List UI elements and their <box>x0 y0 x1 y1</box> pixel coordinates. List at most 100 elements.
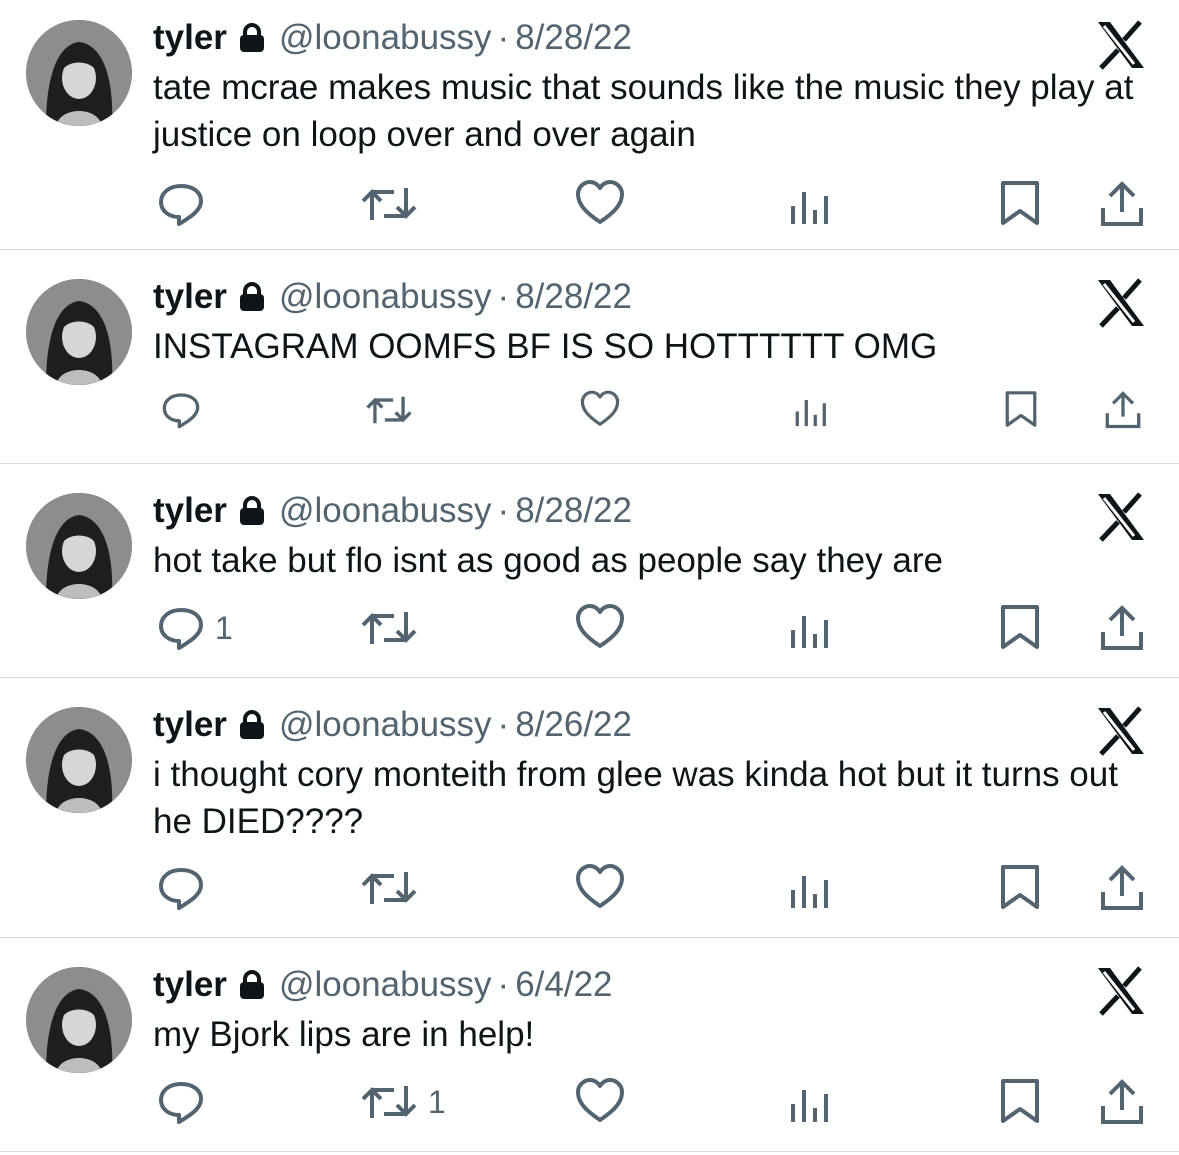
share-button[interactable] <box>1099 864 1145 912</box>
heart-icon <box>576 864 624 908</box>
display-name[interactable]: tyler <box>153 18 227 58</box>
user-handle[interactable]: @loonabussy <box>279 705 492 745</box>
tweet-actions <box>0 180 1179 230</box>
retweet-icon <box>361 612 417 644</box>
retweet-icon <box>361 872 417 904</box>
bookmark-button[interactable] <box>999 180 1041 226</box>
avatar[interactable] <box>26 493 132 599</box>
x-logo-icon <box>1096 492 1146 542</box>
views-button[interactable] <box>794 390 840 428</box>
reply-icon <box>159 868 203 910</box>
tweet[interactable]: tyler @loonabussy · 6/4/22 my Bjork lips… <box>0 938 1179 1152</box>
tweet-actions: 1 <box>0 604 1179 654</box>
bookmark-icon <box>1001 1079 1039 1123</box>
share-button[interactable] <box>1104 390 1142 430</box>
x-logo-icon <box>1096 966 1146 1016</box>
display-name[interactable]: tyler <box>153 965 227 1005</box>
x-logo-icon <box>1096 278 1146 328</box>
bookmark-icon <box>1005 391 1037 427</box>
lock-icon <box>239 23 265 53</box>
user-handle[interactable]: @loonabussy <box>279 491 492 531</box>
reply-button[interactable] <box>157 1078 215 1126</box>
avatar[interactable] <box>26 20 132 126</box>
separator-dot: · <box>497 277 510 316</box>
views-icon <box>795 400 826 427</box>
tweet-text: INSTAGRAM OOMFS BF IS SO HOTTTTTT OMG <box>153 327 938 366</box>
views-button[interactable] <box>789 604 843 650</box>
reply-button[interactable]: 1 <box>157 604 233 652</box>
tweet-date[interactable]: 6/4/22 <box>515 965 612 1005</box>
bookmark-icon <box>1001 605 1039 649</box>
tweet-date[interactable]: 8/28/22 <box>515 277 632 317</box>
retweet-button[interactable] <box>365 390 423 430</box>
retweet-icon <box>366 396 412 424</box>
like-button[interactable] <box>575 864 635 910</box>
tweet[interactable]: tyler @loonabussy · 8/28/22 tate mcrae m… <box>0 0 1179 250</box>
retweet-button[interactable] <box>360 604 428 652</box>
separator-dot: · <box>497 18 510 57</box>
lock-icon <box>239 710 265 740</box>
share-icon <box>1101 865 1143 910</box>
x-logo-icon <box>1096 706 1146 756</box>
lock-icon <box>239 282 265 312</box>
views-button[interactable] <box>789 1078 843 1124</box>
views-button[interactable] <box>789 864 843 910</box>
share-button[interactable] <box>1099 604 1145 652</box>
tweet-text: my Bjork lips are in help! <box>153 1015 535 1054</box>
like-button[interactable] <box>575 180 635 226</box>
reply-button[interactable] <box>161 390 211 430</box>
display-name[interactable]: tyler <box>153 705 227 745</box>
bookmark-icon <box>1001 865 1039 909</box>
reply-button[interactable] <box>157 180 215 228</box>
tweet[interactable]: tyler @loonabussy · 8/28/22 INSTAGRAM OO… <box>0 250 1179 464</box>
reply-button[interactable] <box>157 864 215 912</box>
reply-icon <box>162 393 200 429</box>
like-button[interactable] <box>575 1078 635 1124</box>
retweet-button[interactable] <box>360 180 428 228</box>
like-button[interactable] <box>580 390 630 428</box>
views-icon <box>791 876 828 908</box>
like-button[interactable] <box>575 604 635 650</box>
tweet-actions <box>0 390 1179 440</box>
views-button[interactable] <box>789 180 843 226</box>
display-name[interactable]: tyler <box>153 277 227 317</box>
retweet-button[interactable]: 1 <box>360 1078 446 1126</box>
tweet-date[interactable]: 8/28/22 <box>515 491 632 531</box>
user-handle[interactable]: @loonabussy <box>279 18 492 58</box>
views-icon <box>791 616 828 648</box>
bookmark-button[interactable] <box>999 1078 1041 1124</box>
tweet-text: tate mcrae makes music that sounds like … <box>153 68 1144 154</box>
tweet-text: i thought cory monteith from glee was ki… <box>153 755 1128 841</box>
bookmark-button[interactable] <box>999 864 1041 910</box>
tweet-text: hot take but flo isnt as good as people … <box>153 541 943 580</box>
tweet[interactable]: tyler @loonabussy · 8/26/22 i thought co… <box>0 678 1179 938</box>
heart-icon <box>576 604 624 648</box>
views-icon <box>791 192 828 224</box>
tweet[interactable]: tyler @loonabussy · 8/28/22 hot take but… <box>0 464 1179 678</box>
tweet-date[interactable]: 8/28/22 <box>515 18 632 58</box>
tweet-actions: 1 <box>0 1078 1179 1128</box>
lock-icon <box>239 496 265 526</box>
share-button[interactable] <box>1099 1078 1145 1126</box>
retweet-button[interactable] <box>360 864 428 912</box>
display-name[interactable]: tyler <box>153 491 227 531</box>
tweet-actions <box>0 864 1179 914</box>
bookmark-button[interactable] <box>999 604 1041 650</box>
bookmark-button[interactable] <box>1004 390 1038 428</box>
heart-icon <box>576 180 624 224</box>
user-handle[interactable]: @loonabussy <box>279 277 492 317</box>
separator-dot: · <box>497 965 510 1004</box>
heart-icon <box>580 390 620 426</box>
share-button[interactable] <box>1099 180 1145 228</box>
tweet-date[interactable]: 8/26/22 <box>515 705 632 745</box>
bookmark-icon <box>1001 181 1039 225</box>
avatar[interactable] <box>26 967 132 1073</box>
retweet-icon <box>361 1086 417 1118</box>
avatar[interactable] <box>26 279 132 385</box>
separator-dot: · <box>497 705 510 744</box>
share-icon <box>1101 181 1143 226</box>
retweet-count: 1 <box>428 1083 446 1120</box>
avatar[interactable] <box>26 707 132 813</box>
reply-count: 1 <box>215 609 233 646</box>
user-handle[interactable]: @loonabussy <box>279 965 492 1005</box>
